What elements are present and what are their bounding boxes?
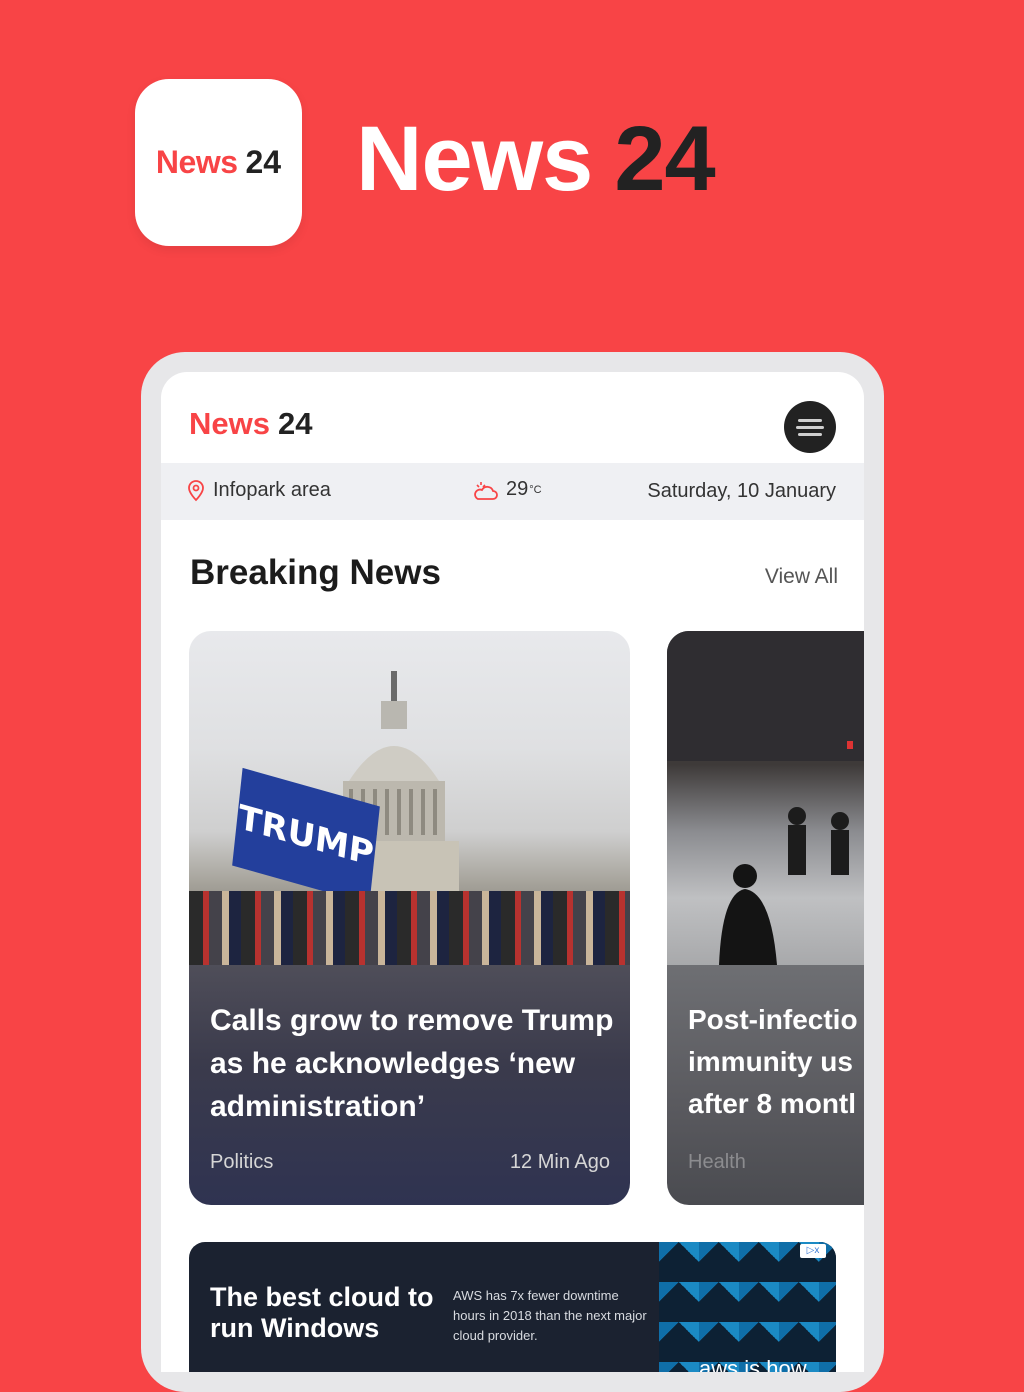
weather: 29 °C xyxy=(474,478,542,501)
news-photo xyxy=(667,631,864,965)
news-headline: Post-infectio immunity us after 8 montl xyxy=(688,999,864,1125)
app-icon-number: 24 xyxy=(245,144,282,180)
promo-title-number: 24 xyxy=(614,108,715,210)
news-card[interactable]: TRUMP Calls grow to remove Trump as he a… xyxy=(189,631,630,1205)
news-card[interactable]: Post-infectio immunity us after 8 montl … xyxy=(667,631,864,1205)
app-logo-number: 24 xyxy=(277,406,313,441)
promo-title-brand: News xyxy=(356,108,593,210)
ad-cubes-graphic xyxy=(659,1242,836,1372)
headline-line: Post-infectio xyxy=(688,1004,858,1035)
weather-icon xyxy=(474,481,498,500)
news-category: Politics xyxy=(210,1151,274,1173)
temperature-value: 29 xyxy=(506,478,529,500)
app-bar: News 24 xyxy=(161,372,864,463)
ad-banner[interactable]: The best cloud to run Windows AWS has 7x… xyxy=(189,1242,836,1372)
section-title: Breaking News xyxy=(190,553,441,592)
menu-button[interactable] xyxy=(784,401,836,453)
temperature-unit: °C xyxy=(529,483,542,496)
ad-choices-icon[interactable]: ▷x xyxy=(800,1244,826,1258)
promo-title: News 24 xyxy=(356,104,716,214)
pedestrians-illustration xyxy=(667,631,864,965)
app-screen: News 24 Infopark area 29 °C Saturday, 10 J… xyxy=(161,372,864,1372)
app-icon-brand: News xyxy=(155,144,238,180)
news-time: 12 Min Ago xyxy=(509,1151,610,1173)
news-category: Health xyxy=(688,1151,746,1173)
location-label: Infopark area xyxy=(213,479,331,501)
news-photo: TRUMP xyxy=(189,631,630,965)
app-logo-brand: News xyxy=(189,406,270,441)
ad-headline: The best cloud to run Windows xyxy=(210,1282,434,1343)
ad-body: AWS has 7x fewer downtime hours in 2018 … xyxy=(453,1288,647,1343)
app-icon: News 24 xyxy=(135,79,302,246)
location[interactable]: Infopark area xyxy=(187,479,331,502)
hamburger-menu-icon xyxy=(796,417,824,438)
ad-tagline: aws is how xyxy=(699,1356,807,1372)
view-all-link[interactable]: View All xyxy=(765,565,838,589)
info-bar: Infopark area 29 °C Saturday, 10 January xyxy=(161,463,864,520)
news-headline: Calls grow to remove Trump as he acknowl… xyxy=(210,1004,614,1123)
headline-line: immunity us xyxy=(688,1046,853,1077)
date-label: Saturday, 10 January xyxy=(647,480,836,502)
headline-line: after 8 montl xyxy=(688,1088,857,1119)
crowd-illustration xyxy=(189,891,630,965)
map-pin-icon xyxy=(188,479,204,501)
app-logo[interactable]: News 24 xyxy=(189,406,312,442)
